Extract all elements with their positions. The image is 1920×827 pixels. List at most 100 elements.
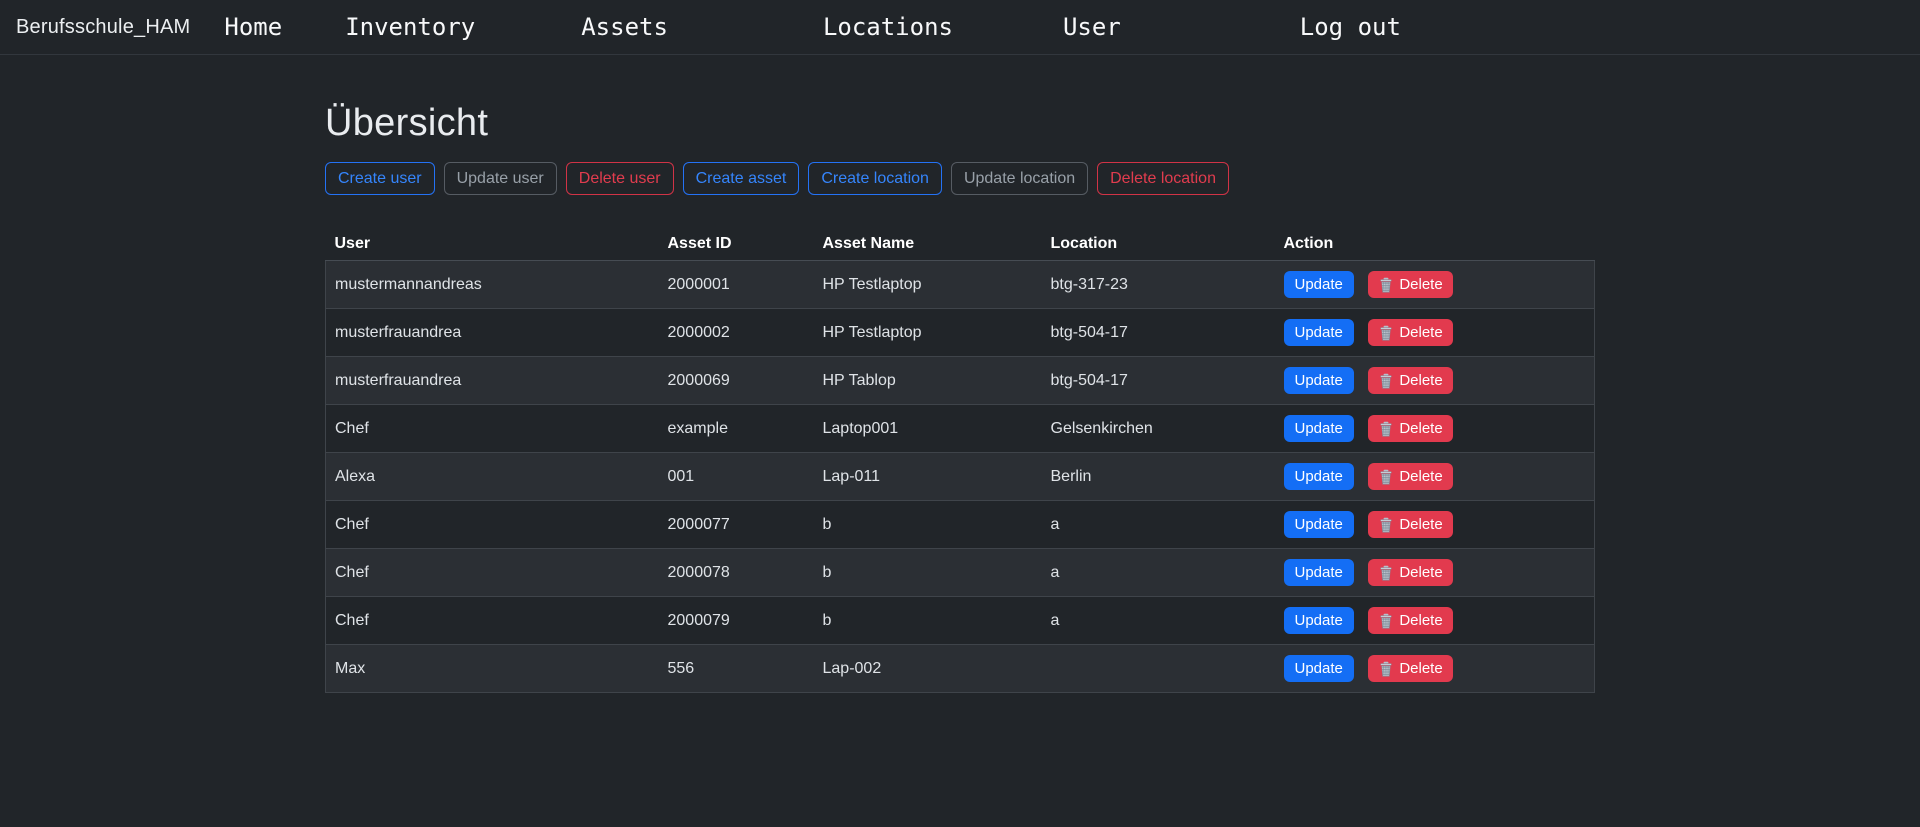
cell-location: Gelsenkirchen (1042, 405, 1275, 453)
update-location-button[interactable]: Update location (951, 162, 1088, 195)
delete-button[interactable]: Delete (1368, 655, 1452, 682)
create-user-button[interactable]: Create user (325, 162, 435, 195)
crud-toolbar: Create user Update user Delete user Create … (325, 162, 1595, 195)
cell-asset-id: 2000069 (659, 357, 814, 405)
cell-action: Update Delete (1275, 501, 1595, 549)
column-header-location: Location (1042, 233, 1275, 261)
column-header-asset-name: Asset Name (814, 233, 1042, 261)
cell-asset-name: Lap-011 (814, 453, 1042, 501)
table-row: Chef example Laptop001 Gelsenkirchen Upd… (326, 405, 1595, 453)
delete-button[interactable]: Delete (1368, 319, 1452, 346)
nav-item-user[interactable]: User (1063, 13, 1121, 41)
cell-user: Alexa (326, 453, 659, 501)
update-button[interactable]: Update (1284, 319, 1354, 346)
cell-location: btg-504-17 (1042, 357, 1275, 405)
delete-button[interactable]: Delete (1368, 559, 1452, 586)
update-button[interactable]: Update (1284, 655, 1354, 682)
cell-location (1042, 645, 1275, 693)
cell-user: Chef (326, 597, 659, 645)
page-title: Übersicht (325, 102, 1595, 145)
cell-asset-id: 2000078 (659, 549, 814, 597)
cell-user: musterfrauandrea (326, 357, 659, 405)
nav-item-assets[interactable]: Assets (581, 13, 668, 41)
cell-action: Update Delete (1275, 645, 1595, 693)
cell-action: Update Delete (1275, 453, 1595, 501)
cell-asset-name: HP Tablop (814, 357, 1042, 405)
cell-location: btg-317-23 (1042, 261, 1275, 309)
delete-button[interactable]: Delete (1368, 415, 1452, 442)
delete-button[interactable]: Delete (1368, 367, 1452, 394)
update-button[interactable]: Update (1284, 559, 1354, 586)
trash-icon (1378, 421, 1394, 437)
cell-asset-id: 2000002 (659, 309, 814, 357)
cell-location: btg-504-17 (1042, 309, 1275, 357)
table-row: musterfrauandrea 2000002 HP Testlaptop b… (326, 309, 1595, 357)
navbar-menu: Home Inventory Assets Locations User Log… (224, 13, 1401, 41)
table-header-row: User Asset ID Asset Name Location Action (326, 233, 1595, 261)
cell-user: mustermannandreas (326, 261, 659, 309)
cell-user: Chef (326, 549, 659, 597)
navbar-brand[interactable]: Berufsschule_HAM (16, 16, 190, 39)
cell-action: Update Delete (1275, 261, 1595, 309)
delete-user-button[interactable]: Delete user (566, 162, 674, 195)
cell-asset-id: 2000079 (659, 597, 814, 645)
table-row: musterfrauandrea 2000069 HP Tablop btg-5… (326, 357, 1595, 405)
trash-icon (1378, 325, 1394, 341)
table-row: Max 556 Lap-002 Update Delete (326, 645, 1595, 693)
cell-user: musterfrauandrea (326, 309, 659, 357)
update-button[interactable]: Update (1284, 463, 1354, 490)
assets-table: User Asset ID Asset Name Location Action… (325, 233, 1595, 693)
main-content: Übersicht Create user Update user Delete u… (325, 102, 1595, 693)
delete-button[interactable]: Delete (1368, 511, 1452, 538)
cell-asset-name: Laptop001 (814, 405, 1042, 453)
nav-item-logout[interactable]: Log out (1300, 13, 1401, 41)
create-location-button[interactable]: Create location (808, 162, 942, 195)
cell-location: Berlin (1042, 453, 1275, 501)
cell-asset-id: 001 (659, 453, 814, 501)
nav-item-locations[interactable]: Locations (823, 13, 953, 41)
table-row: Chef 2000077 b a Update Delete (326, 501, 1595, 549)
column-header-user: User (326, 233, 659, 261)
trash-icon (1378, 373, 1394, 389)
trash-icon (1378, 517, 1394, 533)
cell-location: a (1042, 597, 1275, 645)
cell-location: a (1042, 549, 1275, 597)
update-button[interactable]: Update (1284, 415, 1354, 442)
table-row: Alexa 001 Lap-011 Berlin Update Delete (326, 453, 1595, 501)
table-row: Chef 2000079 b a Update Delete (326, 597, 1595, 645)
nav-item-home[interactable]: Home (224, 13, 282, 41)
column-header-asset-id: Asset ID (659, 233, 814, 261)
cell-action: Update Delete (1275, 549, 1595, 597)
trash-icon (1378, 469, 1394, 485)
delete-location-button[interactable]: Delete location (1097, 162, 1229, 195)
update-button[interactable]: Update (1284, 511, 1354, 538)
trash-icon (1378, 565, 1394, 581)
cell-asset-name: HP Testlaptop (814, 309, 1042, 357)
cell-asset-id: 556 (659, 645, 814, 693)
cell-action: Update Delete (1275, 405, 1595, 453)
delete-button[interactable]: Delete (1368, 271, 1452, 298)
column-header-action: Action (1275, 233, 1595, 261)
table-row: Chef 2000078 b a Update Delete (326, 549, 1595, 597)
delete-button[interactable]: Delete (1368, 463, 1452, 490)
cell-asset-id: example (659, 405, 814, 453)
update-user-button[interactable]: Update user (444, 162, 557, 195)
cell-asset-name: Lap-002 (814, 645, 1042, 693)
cell-asset-name: HP Testlaptop (814, 261, 1042, 309)
cell-user: Chef (326, 501, 659, 549)
cell-asset-id: 2000001 (659, 261, 814, 309)
cell-asset-name: b (814, 549, 1042, 597)
cell-user: Chef (326, 405, 659, 453)
update-button[interactable]: Update (1284, 271, 1354, 298)
update-button[interactable]: Update (1284, 607, 1354, 634)
nav-item-inventory[interactable]: Inventory (345, 13, 475, 41)
table-row: mustermannandreas 2000001 HP Testlaptop … (326, 261, 1595, 309)
delete-button[interactable]: Delete (1368, 607, 1452, 634)
cell-user: Max (326, 645, 659, 693)
cell-location: a (1042, 501, 1275, 549)
cell-action: Update Delete (1275, 597, 1595, 645)
create-asset-button[interactable]: Create asset (683, 162, 800, 195)
trash-icon (1378, 613, 1394, 629)
update-button[interactable]: Update (1284, 367, 1354, 394)
cell-asset-name: b (814, 597, 1042, 645)
